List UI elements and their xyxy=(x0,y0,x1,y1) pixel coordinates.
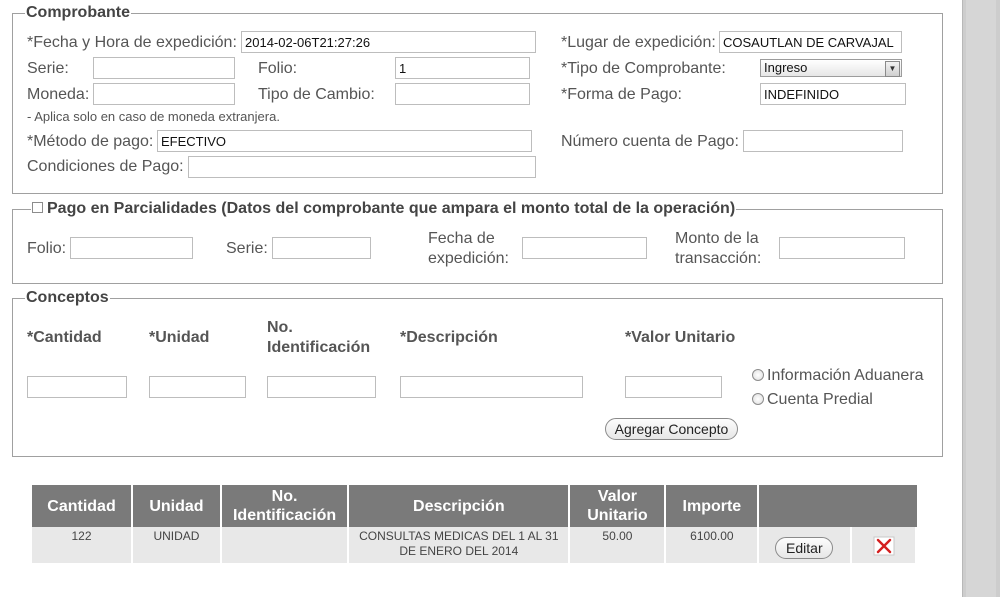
parc-fecha-input[interactable] xyxy=(522,237,647,259)
lugar-label: *Lugar de expedición: xyxy=(561,34,716,51)
moneda-input[interactable] xyxy=(93,83,235,105)
chevron-down-icon[interactable]: ▼ xyxy=(885,61,900,77)
conceptos-table: Cantidad Unidad No. Identificación Descr… xyxy=(30,485,919,563)
parc-folio-label: Folio: xyxy=(27,240,67,257)
th-actions xyxy=(759,485,917,527)
cell-valor-unitario: 50.00 xyxy=(570,527,665,563)
forma-pago-input[interactable] xyxy=(760,83,906,105)
parcialidades-checkbox[interactable] xyxy=(32,202,43,213)
tipo-comprobante-selected: Ingreso xyxy=(764,60,808,75)
aduanera-radio[interactable] xyxy=(752,369,764,381)
predial-radio[interactable] xyxy=(752,393,764,405)
descripcion-header: *Descripción xyxy=(400,329,498,346)
cell-no-ident xyxy=(221,527,348,563)
comprobante-legend: Comprobante xyxy=(26,4,130,21)
predial-label: Cuenta Predial xyxy=(767,391,873,408)
parc-serie-input[interactable] xyxy=(272,237,371,259)
parc-folio-input[interactable] xyxy=(70,237,193,259)
valor-unitario-input[interactable] xyxy=(625,376,722,398)
cell-descripcion: CONSULTAS MEDICAS DEL 1 AL 31 DE ENERO D… xyxy=(349,527,569,563)
numero-cuenta-input[interactable] xyxy=(743,130,903,152)
parcialidades-legend-text: Pago en Parcialidades (Datos del comprob… xyxy=(47,200,736,217)
numero-cuenta-label: Número cuenta de Pago: xyxy=(561,133,739,150)
descripcion-input[interactable] xyxy=(400,376,583,398)
cantidad-header: *Cantidad xyxy=(27,329,102,346)
red-x-icon xyxy=(873,536,895,556)
edit-button[interactable]: Editar xyxy=(775,537,834,559)
serie-label: Serie: xyxy=(27,60,69,77)
folio-label: Folio: xyxy=(258,60,298,77)
lugar-input[interactable] xyxy=(719,31,902,53)
condiciones-label: Condiciones de Pago: xyxy=(27,158,184,175)
aduanera-label: Información Aduanera xyxy=(767,367,924,384)
tipo-comprobante-select[interactable]: Ingreso ▼ xyxy=(760,59,902,77)
folio-input[interactable] xyxy=(395,57,530,79)
no-ident-header: No. Identificación xyxy=(267,319,371,356)
cell-cantidad: 122 xyxy=(32,527,132,563)
conceptos-legend: Conceptos xyxy=(26,289,109,306)
parc-serie-label: Serie: xyxy=(226,240,268,257)
parc-monto-label: Monto de la transacción: xyxy=(675,230,762,267)
forma-pago-label: *Forma de Pago: xyxy=(561,86,682,103)
moneda-label: Moneda: xyxy=(27,86,90,103)
unidad-input[interactable] xyxy=(149,376,246,398)
th-unidad: Unidad xyxy=(133,485,220,527)
parc-monto-input[interactable] xyxy=(779,237,905,259)
cell-actions: Editar xyxy=(759,527,917,563)
th-cantidad: Cantidad xyxy=(32,485,132,527)
metodo-pago-input[interactable] xyxy=(157,130,532,152)
th-importe: Importe xyxy=(666,485,758,527)
moneda-note: - Aplica solo en caso de moneda extranje… xyxy=(27,109,280,124)
metodo-pago-label: *Método de pago: xyxy=(27,133,154,150)
condiciones-input[interactable] xyxy=(188,156,536,178)
fecha-input[interactable] xyxy=(241,31,536,53)
th-no-ident: No. Identificación xyxy=(221,485,348,527)
scrollbar-thumb[interactable] xyxy=(966,0,996,597)
th-valor-unitario: Valor Unitario xyxy=(570,485,665,527)
parcialidades-legend: Pago en Parcialidades (Datos del comprob… xyxy=(31,200,736,218)
cantidad-input[interactable] xyxy=(27,376,127,398)
tipo-cambio-label: Tipo de Cambio: xyxy=(258,86,375,103)
unidad-header: *Unidad xyxy=(149,329,210,346)
valor-unitario-header: *Valor Unitario xyxy=(625,329,736,346)
fecha-label: *Fecha y Hora de expedición: xyxy=(27,34,237,51)
tipo-comprobante-label: *Tipo de Comprobante: xyxy=(561,60,726,77)
table-row: 122 UNIDAD CONSULTAS MEDICAS DEL 1 AL 31… xyxy=(32,527,917,563)
table-header-row: Cantidad Unidad No. Identificación Descr… xyxy=(32,485,917,527)
parc-fecha-label: Fecha de expedición: xyxy=(428,230,509,267)
tipo-cambio-input[interactable] xyxy=(395,83,530,105)
no-ident-input[interactable] xyxy=(267,376,376,398)
cell-unidad: UNIDAD xyxy=(133,527,220,563)
serie-input[interactable] xyxy=(93,57,235,79)
th-descripcion: Descripción xyxy=(349,485,569,527)
agregar-concepto-button[interactable]: Agregar Concepto xyxy=(605,418,738,440)
cell-importe: 6100.00 xyxy=(666,527,758,563)
delete-button[interactable] xyxy=(873,536,895,556)
